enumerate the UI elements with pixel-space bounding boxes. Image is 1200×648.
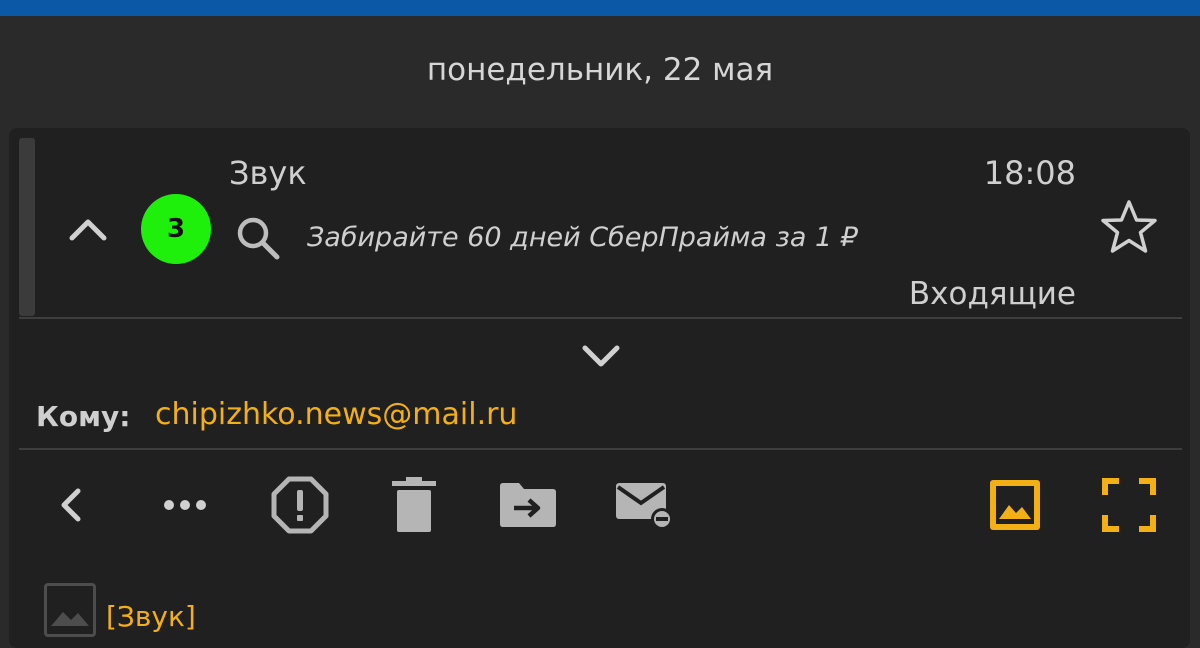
attachment-label[interactable]: [Звук]: [106, 600, 196, 633]
message-subject[interactable]: Забирайте 60 дней СберПрайма за 1 ₽: [307, 222, 858, 253]
message-accent-strip: [19, 138, 35, 316]
chevron-down-icon[interactable]: [579, 338, 623, 374]
message-time: 18:08: [983, 154, 1076, 192]
spam-icon[interactable]: [268, 473, 332, 537]
date-header: понедельник, 22 мая: [426, 52, 774, 88]
message-folder: Входящие: [908, 276, 1076, 312]
divider: [19, 317, 1182, 319]
top-bar: [0, 0, 1200, 16]
more-icon[interactable]: [153, 473, 217, 537]
recipient-label: Кому:: [36, 400, 131, 433]
delete-icon[interactable]: [382, 473, 446, 537]
message-sender: Звук: [229, 154, 307, 192]
move-to-folder-icon[interactable]: [496, 473, 560, 537]
back-icon[interactable]: [38, 473, 102, 537]
thread-count-badge: 3: [141, 194, 211, 264]
star-icon[interactable]: [1097, 196, 1161, 260]
fullscreen-icon[interactable]: [1097, 473, 1161, 537]
recipient-email[interactable]: chipizhko.news@mail.ru: [155, 397, 517, 432]
show-images-icon[interactable]: [983, 473, 1047, 537]
divider: [19, 448, 1182, 450]
search-icon[interactable]: [233, 213, 285, 265]
chevron-up-icon[interactable]: [66, 208, 110, 248]
mark-unread-icon[interactable]: [611, 473, 675, 537]
image-placeholder-icon[interactable]: [44, 583, 96, 637]
